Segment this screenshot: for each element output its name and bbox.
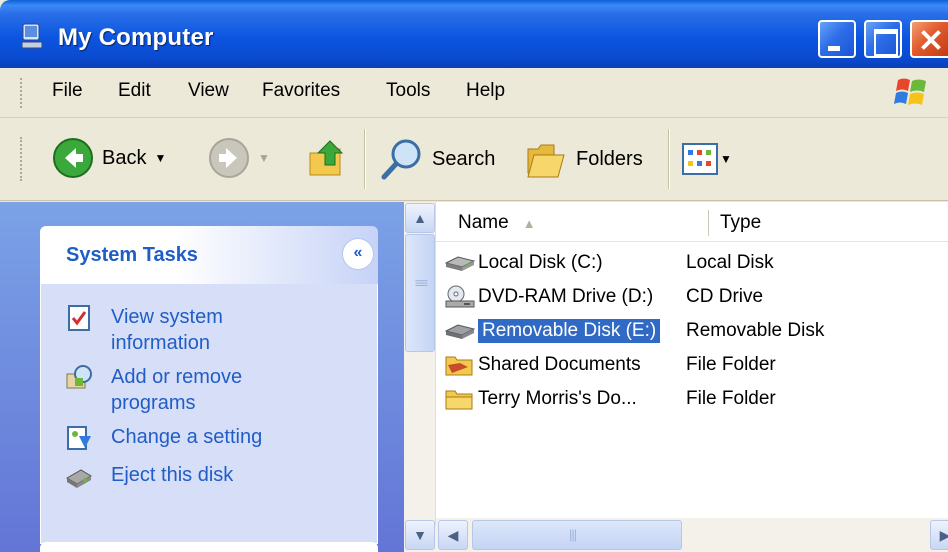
- window-title: My Computer: [58, 24, 214, 51]
- file-row-dvd-drive[interactable]: DVD-RAM Drive (D:) CD Drive: [444, 280, 763, 314]
- file-name: Terry Morris's Do...: [478, 388, 637, 409]
- file-name: Shared Documents: [478, 354, 641, 375]
- task-label: Eject this disk: [111, 464, 234, 486]
- search-label: Search: [432, 147, 496, 170]
- title-bar[interactable]: My Computer: [0, 0, 948, 68]
- windows-logo-icon: [894, 78, 926, 105]
- folders-button[interactable]: Folders: [524, 137, 643, 181]
- file-name: Removable Disk (E:): [478, 319, 661, 343]
- scroll-left-button[interactable]: ◀: [438, 520, 468, 550]
- menu-view[interactable]: View: [188, 80, 229, 102]
- system-tasks-header[interactable]: System Tasks «: [40, 226, 378, 284]
- task-change-a-setting[interactable]: Change a setting: [65, 424, 311, 452]
- folders-label: Folders: [576, 147, 643, 170]
- menu-favorites[interactable]: Favorites: [262, 80, 340, 102]
- toolbar-grip[interactable]: [20, 137, 24, 181]
- horizontal-scrollbar[interactable]: ◀ ||| ▶: [436, 518, 948, 552]
- file-type: File Folder: [686, 354, 776, 375]
- task-label: Change a setting: [111, 426, 263, 448]
- scroll-right-button[interactable]: ▶: [930, 520, 948, 550]
- task-add-remove-programs[interactable]: Add or remove programs: [65, 364, 311, 416]
- menu-grip[interactable]: [20, 78, 24, 108]
- column-divider[interactable]: [708, 210, 710, 236]
- maximize-button[interactable]: [864, 20, 902, 58]
- task-view-system-information[interactable]: View system information: [65, 304, 311, 356]
- task-eject-this-disk[interactable]: Eject this disk: [65, 462, 311, 490]
- hard-disk-icon: [444, 256, 476, 271]
- scroll-up-button[interactable]: ▲: [405, 203, 435, 233]
- views-dropdown-icon[interactable]: ▼: [720, 152, 732, 166]
- system-tasks-panel: System Tasks « View system information A…: [40, 226, 378, 544]
- search-icon: [381, 139, 421, 180]
- back-arrow-icon: [53, 138, 93, 178]
- next-task-panel: [40, 542, 378, 552]
- menu-help[interactable]: Help: [466, 80, 505, 102]
- column-type-header[interactable]: Type: [720, 212, 761, 234]
- add-remove-icon: [66, 365, 92, 389]
- back-button[interactable]: Back ▼: [52, 137, 166, 179]
- file-type: Removable Disk: [686, 320, 825, 341]
- file-row-local-disk[interactable]: Local Disk (C:) Local Disk: [444, 246, 774, 280]
- file-list-pane: ▲ ||| ▼ Name ▲ Type Local Disk (C:) Local…: [404, 202, 948, 552]
- control-panel-icon: [67, 426, 91, 450]
- forward-dropdown-icon[interactable]: ▼: [258, 151, 270, 165]
- system-tasks-body: View system information Add or remove pr…: [40, 284, 378, 544]
- menu-tools[interactable]: Tools: [386, 80, 430, 102]
- task-label: Add or remove programs: [111, 366, 243, 414]
- removable-disk-icon: [444, 324, 476, 339]
- file-row-shared-documents[interactable]: Shared Documents File Folder: [444, 348, 776, 382]
- search-button[interactable]: Search: [380, 137, 495, 181]
- file-name: Local Disk (C:): [478, 252, 603, 273]
- scroll-down-button[interactable]: ▼: [405, 520, 435, 550]
- forward-arrow-icon: [209, 138, 249, 178]
- views-icon: [682, 143, 718, 175]
- folders-icon: [527, 144, 565, 178]
- file-name: DVD-RAM Drive (D:): [478, 286, 654, 307]
- file-type: File Folder: [686, 388, 776, 409]
- scroll-corner: ▼: [404, 520, 436, 552]
- dvd-drive-icon: [445, 285, 475, 308]
- horizontal-scroll-thumb[interactable]: |||: [472, 520, 682, 550]
- shared-folder-icon: [445, 356, 473, 376]
- back-dropdown-icon[interactable]: ▼: [154, 151, 166, 165]
- column-name-header[interactable]: Name ▲: [458, 212, 536, 234]
- list-column-header: Name ▲ Type: [436, 202, 948, 242]
- file-row-removable-disk[interactable]: Removable Disk (E:) Removable Disk: [444, 314, 824, 348]
- forward-button[interactable]: ▼: [208, 137, 270, 179]
- back-label: Back: [102, 146, 147, 169]
- up-folder-button[interactable]: [306, 135, 352, 181]
- my-computer-icon: [21, 23, 43, 49]
- folder-icon: [445, 390, 473, 410]
- task-pane: System Tasks « View system information A…: [0, 202, 404, 552]
- column-name-label: Name: [458, 212, 509, 233]
- file-type: Local Disk: [686, 252, 774, 273]
- collapse-chevron-icon[interactable]: «: [342, 238, 374, 270]
- menu-file[interactable]: File: [52, 80, 83, 102]
- views-button[interactable]: ▼: [682, 143, 732, 175]
- toolbar: Back ▼ ▼ Search Folders ▼: [0, 119, 948, 201]
- vertical-scrollbar[interactable]: ▲ |||: [404, 202, 436, 526]
- menu-bar: File Edit View Favorites Tools Help: [0, 68, 948, 118]
- minimize-button[interactable]: [818, 20, 856, 58]
- task-label: View system information: [111, 306, 223, 354]
- up-folder-icon: [309, 140, 344, 176]
- system-info-icon: [68, 305, 90, 331]
- eject-disk-icon: [66, 469, 92, 488]
- menu-edit[interactable]: Edit: [118, 80, 151, 102]
- close-button[interactable]: [910, 20, 948, 58]
- system-tasks-title: System Tasks: [66, 244, 198, 266]
- vertical-scroll-thumb[interactable]: |||: [405, 234, 435, 352]
- file-type: CD Drive: [686, 286, 764, 307]
- sort-ascending-icon: ▲: [522, 216, 536, 231]
- file-row-terry-morris-documents[interactable]: Terry Morris's Do... File Folder: [444, 382, 776, 416]
